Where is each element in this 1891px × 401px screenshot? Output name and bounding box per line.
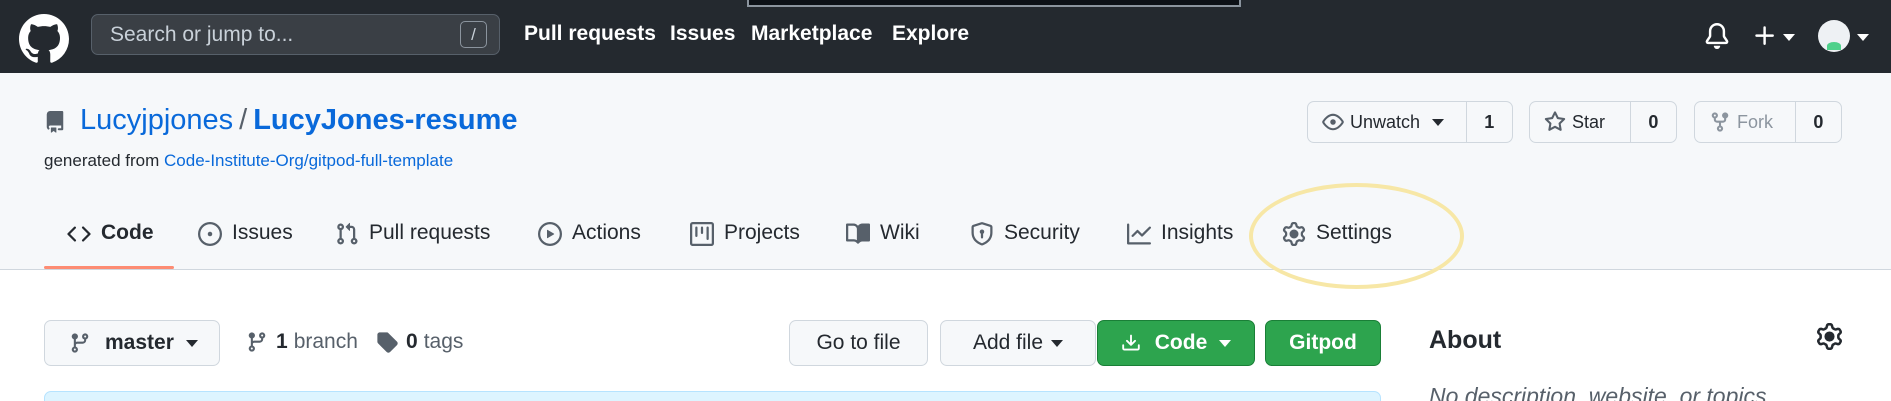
tab-security-label: Security [1004,221,1080,244]
active-tab-indicator [44,266,174,269]
repo-title: Lucyjpjones / LucyJones-resume [80,104,518,137]
tab-wiki-label: Wiki [880,221,920,244]
fork-button[interactable]: Fork [1695,102,1796,142]
fork-button-group: Fork 0 [1694,101,1842,143]
download-icon [1122,334,1140,351]
star-icon [1544,111,1566,131]
create-menu-caret-icon[interactable] [1783,34,1795,41]
tab-projects[interactable]: Projects [690,221,800,270]
chevron-down-icon [1051,339,1064,347]
issue-icon [198,222,222,246]
bell-icon[interactable] [1704,22,1730,50]
star-label: Star [1572,111,1606,132]
repo-name-link[interactable]: LucyJones-resume [253,104,517,136]
fork-icon [1711,112,1729,132]
tab-actions[interactable]: Actions [538,221,641,270]
tab-actions-label: Actions [572,221,641,244]
tab-code-label: Code [101,221,154,244]
branch-select-button[interactable]: master [44,320,220,366]
settings-highlight-annotation [1249,183,1464,289]
global-header: / Pull requests Issues Marketplace Explo… [0,0,1891,73]
star-button-group: Star 0 [1529,101,1677,143]
book-icon [846,223,870,244]
about-heading: About [1429,326,1502,354]
chevron-down-icon [1432,118,1445,126]
git-branch-icon [71,333,89,353]
go-to-file-button[interactable]: Go to file [789,320,928,366]
plus-icon[interactable] [1752,23,1778,49]
user-menu-caret-icon[interactable] [1857,34,1869,41]
nav-issues[interactable]: Issues [670,22,735,46]
watch-button-group: Unwatch 1 [1307,101,1513,143]
add-file-button[interactable]: Add file [940,320,1096,366]
graph-icon [1127,223,1151,245]
nav-marketplace[interactable]: Marketplace [751,22,872,46]
search-box[interactable]: / [91,14,500,55]
git-branch-icon [248,332,266,352]
branch-count: 1 [276,330,288,353]
template-link[interactable]: Code-Institute-Org/gitpod-full-template [164,151,453,170]
star-count[interactable]: 0 [1631,102,1676,142]
unwatch-button[interactable]: Unwatch [1308,102,1467,142]
user-avatar[interactable] [1818,20,1850,52]
nav-pull-requests[interactable]: Pull requests [524,22,656,46]
branch-word: branch [293,330,358,353]
chevron-down-icon [1219,339,1232,347]
tag-word: tags [423,330,464,353]
repo-icon [46,111,64,133]
tab-projects-label: Projects [724,221,800,244]
gitpod-button[interactable]: Gitpod [1265,320,1381,366]
tag-icon [377,332,398,353]
code-icon [67,226,91,242]
tab-insights[interactable]: Insights [1127,221,1233,270]
tab-insights-label: Insights [1161,221,1234,244]
repository-header: Lucyjpjones / LucyJones-resume generated f… [0,73,1891,270]
branch-name: master [105,331,174,354]
chevron-down-icon [185,339,198,347]
tag-count: 0 [406,330,418,353]
repo-separator: / [239,104,248,136]
tab-issues-label: Issues [232,221,293,244]
fork-label: Fork [1737,111,1773,132]
fork-count[interactable]: 0 [1796,102,1841,142]
about-description: No description, website, or topics [1429,383,1767,401]
unwatch-label: Unwatch [1350,111,1421,132]
tags-link[interactable]: 0 tags [376,330,463,354]
eye-icon [1322,113,1344,131]
code-button-label: Code [1154,331,1208,354]
tab-code[interactable]: Code [67,221,154,270]
watch-count[interactable]: 1 [1467,102,1512,142]
info-banner [44,391,1381,401]
tab-pull-requests-label: Pull requests [369,221,491,244]
pull-request-icon [337,222,358,245]
generated-from: generated from Code-Institute-Org/gitpod… [44,151,453,171]
repo-owner-link[interactable]: Lucyjpjones [80,104,233,136]
project-icon [690,222,714,246]
search-shortcut-key: / [460,21,487,48]
nav-explore[interactable]: Explore [892,22,969,46]
shield-icon [971,222,993,246]
tab-pull-requests[interactable]: Pull requests [335,221,490,270]
code-download-button[interactable]: Code [1097,320,1255,366]
tab-wiki[interactable]: Wiki [846,221,920,270]
gear-icon[interactable] [1816,323,1843,350]
search-input[interactable] [110,15,440,54]
branches-link[interactable]: 1 branch [246,330,358,354]
star-button[interactable]: Star [1530,102,1631,142]
overlay-bar [747,0,1241,7]
add-file-label: Add file [972,331,1044,354]
generated-from-label: generated from [44,151,160,170]
tab-issues[interactable]: Issues [198,221,293,270]
github-logo-icon[interactable] [19,14,69,64]
play-icon [538,222,562,246]
tab-security[interactable]: Security [970,221,1080,270]
